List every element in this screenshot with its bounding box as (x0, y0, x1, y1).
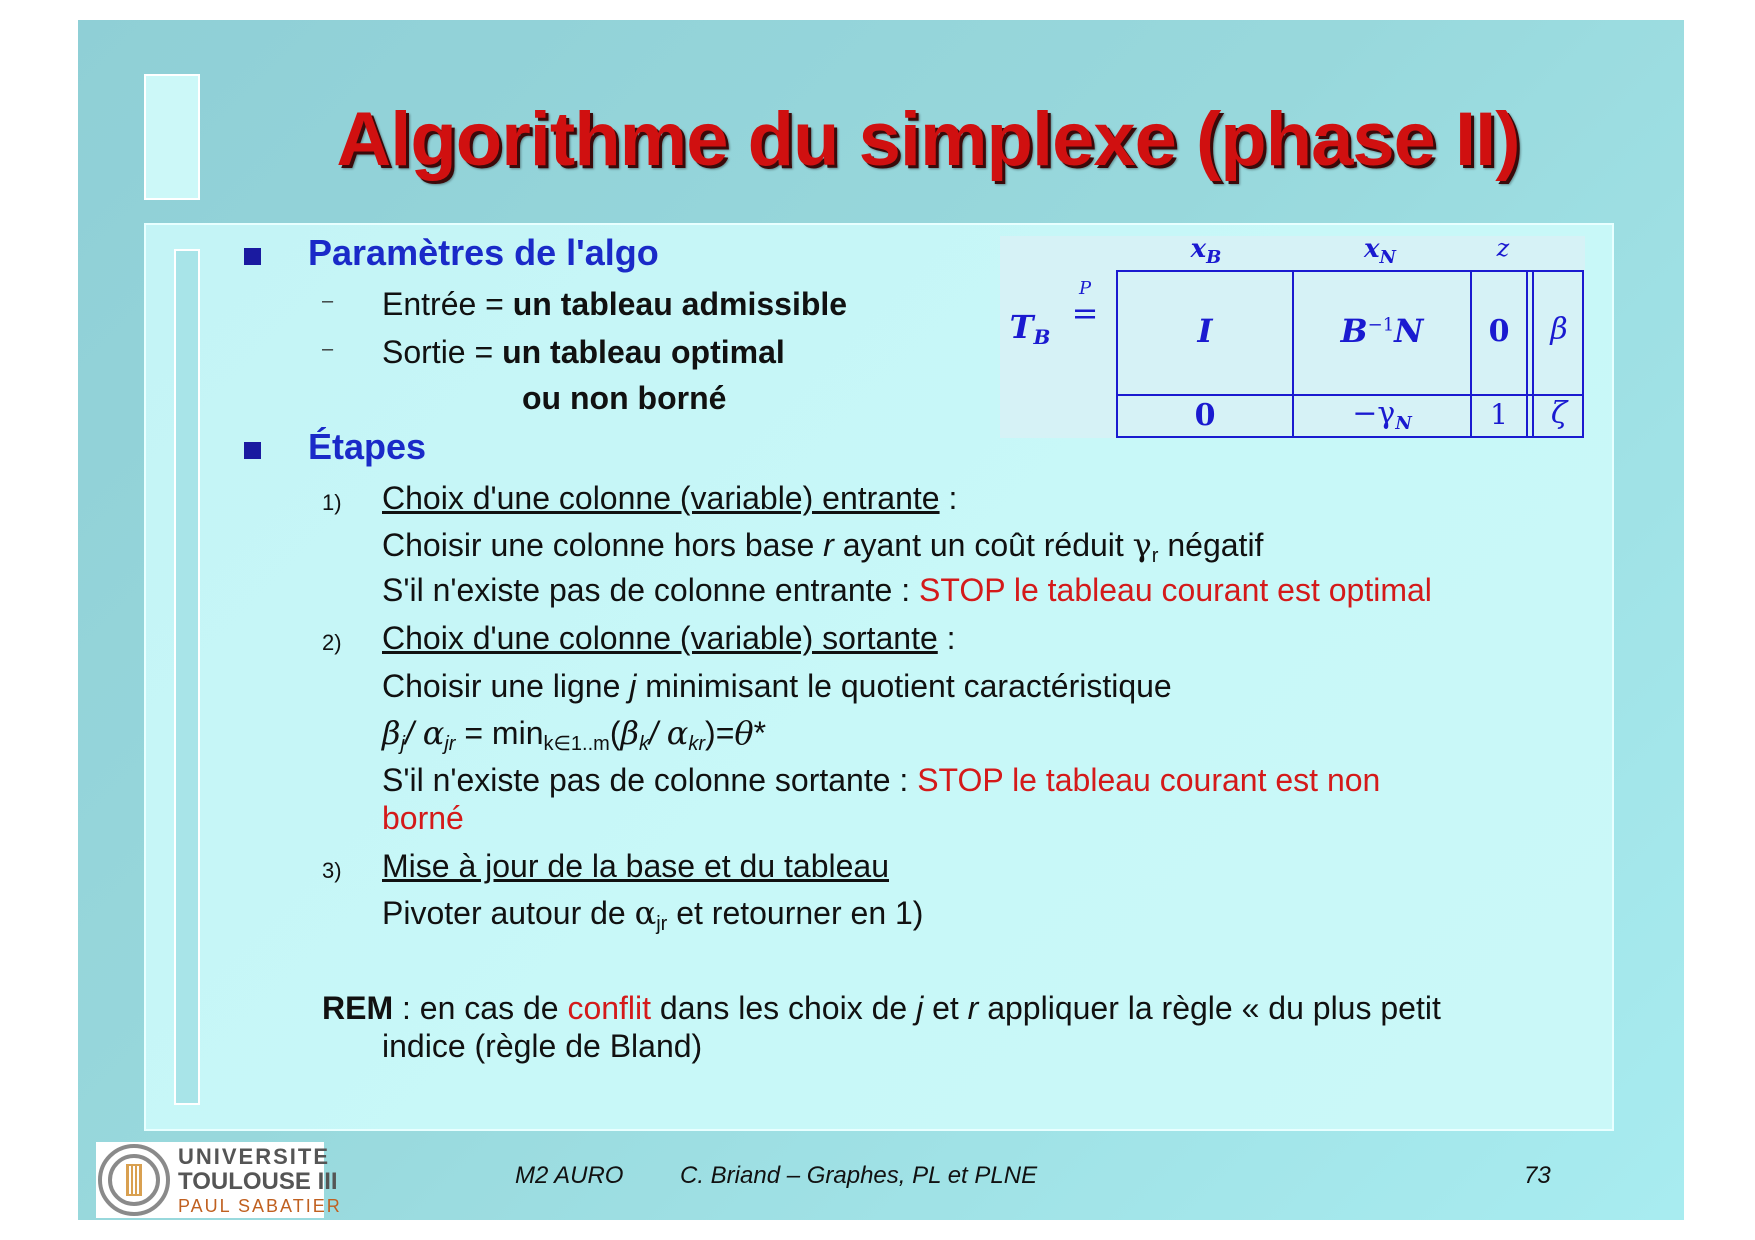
step-number: 2) (322, 630, 342, 655)
cell-binv-n: B−1N (1340, 312, 1424, 350)
footer-page-number: 73 (1524, 1162, 1551, 1189)
university-logo: UNIVERSITE TOULOUSE III PAUL SABATIER (96, 1142, 340, 1218)
col-header-xB: xB (1190, 234, 1222, 268)
cell-zeta: ζ (1550, 396, 1568, 431)
cell-zero-bottom: 0 (1194, 398, 1216, 433)
step2-line3: S'il n'existe pas de colonne sortante : … (382, 762, 1381, 798)
footer-course: M2 AURO (515, 1162, 624, 1189)
step2-title: Choix d'une colonne (variable) sortante … (382, 620, 956, 656)
bullet-square-icon (244, 442, 261, 459)
logo-line2: TOULOUSE III (178, 1168, 338, 1195)
param-input-bold: un tableau admissible (512, 286, 848, 322)
logo-line3: PAUL SABATIER (178, 1196, 342, 1216)
bullet-square-icon (244, 248, 261, 265)
col-header-z: z (1496, 234, 1510, 262)
cell-one: 1 (1490, 398, 1508, 431)
cell-minus-gamma: −γN (1352, 396, 1412, 434)
cell-beta: β (1550, 312, 1568, 347)
cell-identity: I (1197, 312, 1213, 350)
simplex-tableau: xB xN z TB P = I B−1N 0 β 0 −γN 1 ζ (1000, 234, 1585, 438)
panel-decoration (174, 249, 200, 1105)
slide-title: Algorithme du simplexe (phase II) (336, 97, 1520, 182)
tableau-label: TB (1009, 308, 1051, 349)
param-output-prefix: Sortie = (382, 334, 503, 370)
param-output-line2: ou non borné (522, 380, 727, 416)
step1-line2: S'il n'existe pas de colonne entrante : … (382, 572, 1432, 608)
cell-zero-top: 0 (1488, 314, 1510, 349)
col-header-xN: xN (1364, 234, 1396, 268)
steps-heading: Étapes (308, 426, 427, 467)
tableau-grid: I B−1N 0 β 0 −γN 1 ζ (1116, 270, 1584, 438)
step-number: 3) (322, 858, 342, 883)
param-output: Sortie = un tableau optimal (382, 334, 785, 371)
rem-line1: REM : en cas de conflit dans les choix d… (322, 990, 1441, 1026)
rem-line2: indice (règle de Bland) (382, 1028, 703, 1064)
logo-line1: UNIVERSITE (178, 1144, 331, 1169)
footer-author: C. Briand – Graphes, PL et PLNE (680, 1162, 1038, 1189)
eq-sign: = (1071, 294, 1099, 332)
param-input-prefix: Entrée = (382, 286, 513, 322)
step-number: 1) (322, 490, 342, 515)
step2-line3-cont: borné (382, 800, 464, 836)
param-input: Entrée = un tableau admissible (382, 286, 847, 323)
step1-line1: Choisir une colonne hors base r ayant un… (382, 526, 1264, 567)
step1-title: Choix d'une colonne (variable) entrante … (382, 480, 958, 516)
params-heading: Paramètres de l'algo (308, 232, 659, 273)
step3-title: Mise à jour de la base et du tableau (382, 848, 889, 884)
title-decoration (144, 74, 200, 200)
dash-bullet: – (322, 290, 334, 312)
param-output-bold: un tableau optimal (502, 334, 785, 370)
step2-formula: βj/ αjr = mink∈1..m(βk/ αkr)=θ* (382, 714, 767, 755)
step2-line1: Choisir une ligne j minimisant le quotie… (382, 668, 1172, 704)
step3-line1: Pivoter autour de αjr et retourner en 1) (382, 894, 924, 935)
dash-bullet: – (322, 338, 334, 360)
